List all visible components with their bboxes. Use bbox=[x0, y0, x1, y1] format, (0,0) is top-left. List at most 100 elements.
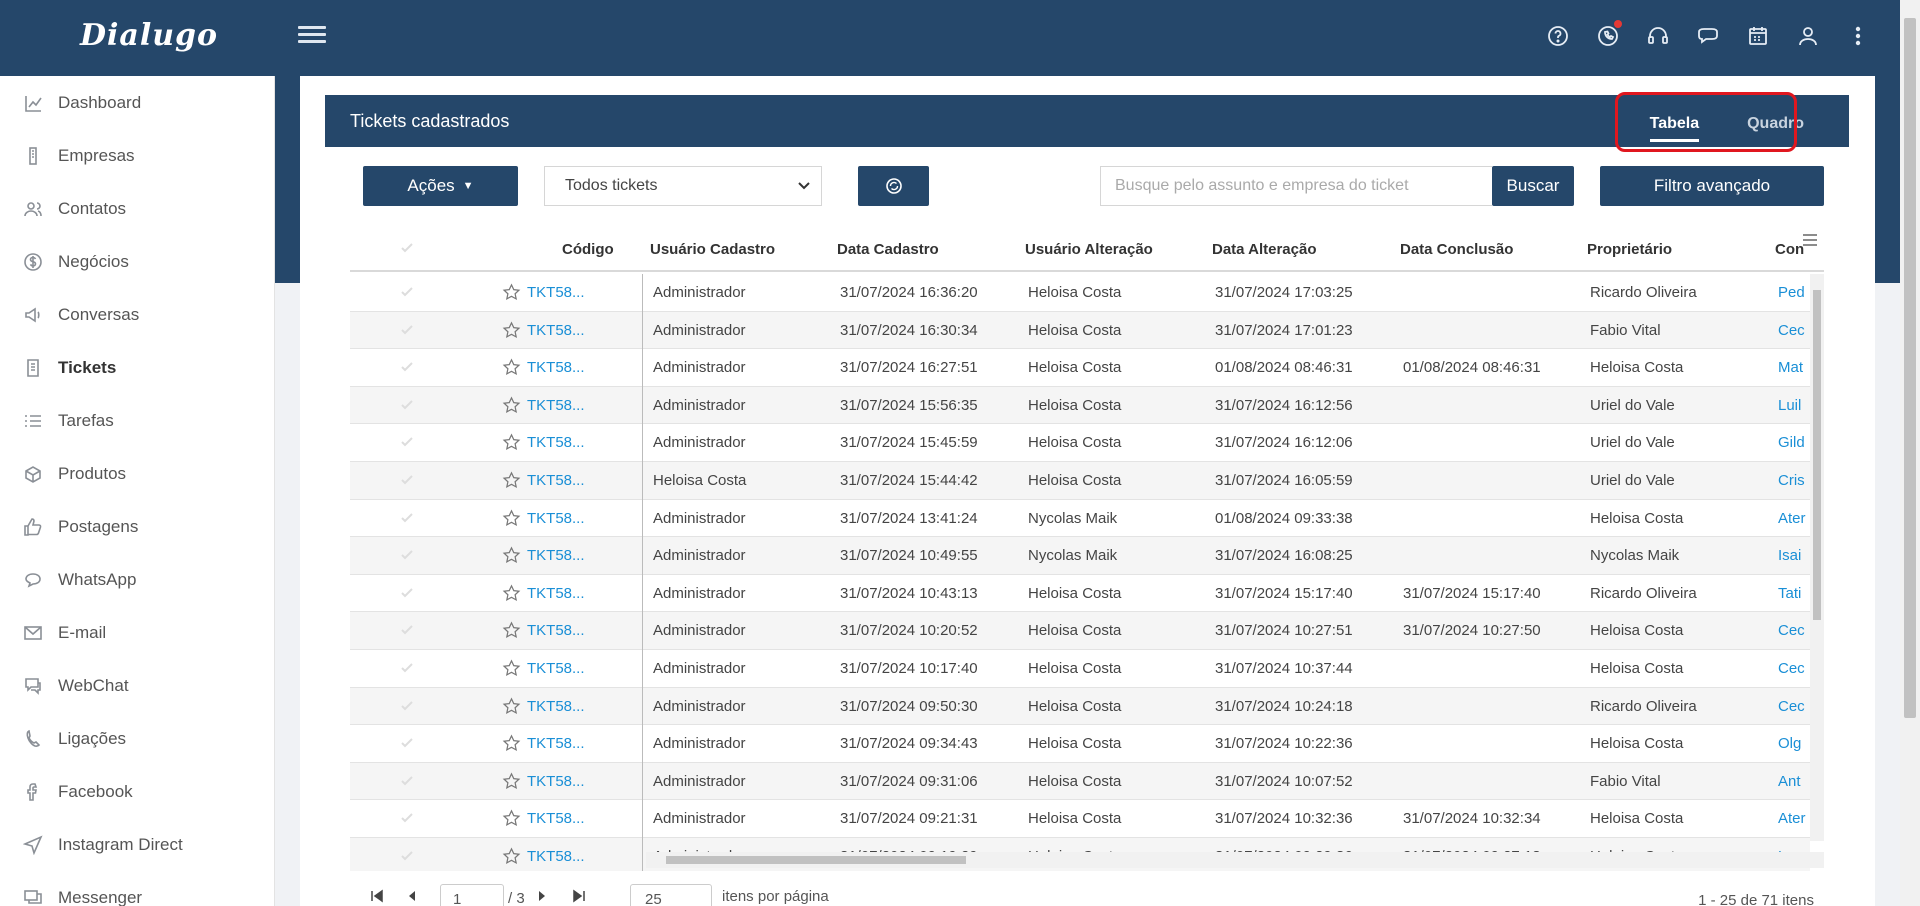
row-checkbox[interactable] bbox=[400, 774, 414, 788]
sidebar-item-empresas[interactable]: Empresas bbox=[0, 129, 274, 182]
headset-icon[interactable] bbox=[1646, 24, 1670, 48]
cell-codigo[interactable]: TKT58... bbox=[527, 773, 589, 790]
star-icon[interactable] bbox=[502, 433, 521, 452]
row-checkbox[interactable] bbox=[400, 623, 414, 637]
cell-codigo[interactable]: TKT58... bbox=[527, 660, 589, 677]
col-codigo[interactable]: Código bbox=[562, 241, 614, 258]
sidebar-item-negocios[interactable]: Negócios bbox=[0, 235, 274, 288]
star-icon[interactable] bbox=[502, 809, 521, 828]
table-row[interactable]: TKT58... Administrador 31/07/2024 09:34:43… bbox=[350, 725, 1810, 763]
cell-contato[interactable]: Cris bbox=[1778, 472, 1810, 489]
advanced-filter-button[interactable]: Filtro avançado bbox=[1600, 166, 1824, 206]
star-icon[interactable] bbox=[502, 283, 521, 302]
table-row[interactable]: TKT58... Administrador 31/07/2024 15:56:35… bbox=[350, 386, 1810, 425]
more-vertical-icon[interactable] bbox=[1846, 24, 1870, 48]
cell-codigo[interactable]: TKT58... bbox=[527, 810, 589, 827]
cell-codigo[interactable]: TKT58... bbox=[527, 359, 589, 376]
column-menu-icon[interactable] bbox=[1803, 234, 1817, 246]
page-size-select[interactable]: 25 bbox=[630, 884, 712, 906]
row-checkbox[interactable] bbox=[400, 285, 414, 299]
menu-toggle-icon[interactable] bbox=[298, 26, 326, 50]
star-icon[interactable] bbox=[502, 697, 521, 716]
table-row[interactable]: TKT58... Administrador 31/07/2024 10:17:40… bbox=[350, 650, 1810, 688]
star-icon[interactable] bbox=[502, 546, 521, 565]
sidebar-item-ligacoes[interactable]: Ligações bbox=[0, 712, 274, 765]
table-row[interactable]: TKT58... Administrador 31/07/2024 09:31:06… bbox=[350, 762, 1810, 801]
cell-codigo[interactable]: TKT58... bbox=[527, 510, 589, 527]
row-checkbox[interactable] bbox=[400, 811, 414, 825]
cell-contato[interactable]: Ped bbox=[1778, 284, 1810, 301]
cell-codigo[interactable]: TKT58... bbox=[527, 622, 589, 639]
sidebar-item-tickets[interactable]: Tickets bbox=[0, 341, 274, 394]
cell-contato[interactable]: Ant bbox=[1778, 773, 1810, 790]
table-row[interactable]: TKT58... Administrador 31/07/2024 09:50:30… bbox=[350, 687, 1810, 726]
star-icon[interactable] bbox=[502, 396, 521, 415]
star-icon[interactable] bbox=[502, 509, 521, 528]
table-row[interactable]: TKT58... Administrador 31/07/2024 16:36:20… bbox=[350, 274, 1810, 312]
sidebar-item-conversas[interactable]: Conversas bbox=[0, 288, 274, 341]
row-checkbox[interactable] bbox=[400, 360, 414, 374]
actions-button[interactable]: Ações ▼ bbox=[363, 166, 518, 206]
cell-codigo[interactable]: TKT58... bbox=[527, 434, 589, 451]
sidebar-item-webchat[interactable]: WebChat bbox=[0, 659, 274, 712]
phone-icon[interactable] bbox=[1596, 20, 1622, 48]
sidebar-item-instagram-direct[interactable]: Instagram Direct bbox=[0, 818, 274, 871]
calendar-icon[interactable] bbox=[1746, 24, 1770, 48]
horizontal-scrollbar[interactable] bbox=[646, 852, 1824, 868]
cell-codigo[interactable]: TKT58... bbox=[527, 472, 589, 489]
page-number-input[interactable]: 1 bbox=[440, 884, 504, 906]
row-checkbox[interactable] bbox=[400, 473, 414, 487]
cell-contato[interactable]: Cec bbox=[1778, 322, 1810, 339]
cell-contato[interactable]: Mat bbox=[1778, 359, 1810, 376]
col-usuario-cadastro[interactable]: Usuário Cadastro bbox=[650, 241, 775, 258]
col-data-conclusao[interactable]: Data Conclusão bbox=[1400, 241, 1513, 258]
star-icon[interactable] bbox=[502, 358, 521, 377]
col-data-alteracao[interactable]: Data Alteração bbox=[1212, 241, 1317, 258]
cell-codigo[interactable]: TKT58... bbox=[527, 284, 589, 301]
cell-contato[interactable]: Isai bbox=[1778, 547, 1810, 564]
sidebar-item-whatsapp[interactable]: WhatsApp bbox=[0, 553, 274, 606]
help-icon[interactable] bbox=[1546, 24, 1570, 48]
sidebar-item-produtos[interactable]: Produtos bbox=[0, 447, 274, 500]
user-icon[interactable] bbox=[1796, 24, 1820, 48]
ticket-filter-select[interactable]: Todos tickets bbox=[544, 166, 822, 206]
star-icon[interactable] bbox=[502, 772, 521, 791]
table-row[interactable]: TKT58... Administrador 31/07/2024 16:27:51… bbox=[350, 349, 1810, 387]
chat-icon[interactable] bbox=[1696, 24, 1720, 48]
page-scrollbar[interactable] bbox=[1900, 0, 1920, 906]
select-all-checkbox[interactable] bbox=[400, 241, 414, 255]
row-checkbox[interactable] bbox=[400, 699, 414, 713]
cell-codigo[interactable]: TKT58... bbox=[527, 547, 589, 564]
row-checkbox[interactable] bbox=[400, 398, 414, 412]
row-checkbox[interactable] bbox=[400, 849, 414, 863]
cell-contato[interactable]: Cec bbox=[1778, 622, 1810, 639]
star-icon[interactable] bbox=[502, 584, 521, 603]
cell-contato[interactable]: Luil bbox=[1778, 397, 1810, 414]
next-page-icon[interactable] bbox=[535, 889, 549, 903]
last-page-icon[interactable] bbox=[572, 889, 586, 903]
table-row[interactable]: TKT58... Administrador 31/07/2024 10:43:13… bbox=[350, 575, 1810, 613]
row-checkbox[interactable] bbox=[400, 661, 414, 675]
search-button[interactable]: Buscar bbox=[1492, 166, 1574, 206]
cell-codigo[interactable]: TKT58... bbox=[527, 698, 589, 715]
app-logo[interactable]: Dialugo bbox=[80, 18, 218, 53]
col-contato[interactable]: Con bbox=[1775, 241, 1804, 258]
refresh-button[interactable] bbox=[858, 166, 929, 206]
star-icon[interactable] bbox=[502, 321, 521, 340]
vertical-scrollbar[interactable] bbox=[1810, 274, 1824, 841]
cell-codigo[interactable]: TKT58... bbox=[527, 585, 589, 602]
sidebar-item-postagens[interactable]: Postagens bbox=[0, 500, 274, 553]
cell-contato[interactable]: Ater bbox=[1778, 510, 1810, 527]
sidebar-item-contatos[interactable]: Contatos bbox=[0, 182, 274, 235]
table-row[interactable]: TKT58... Administrador 31/07/2024 16:30:34… bbox=[350, 311, 1810, 350]
row-checkbox[interactable] bbox=[400, 323, 414, 337]
prev-page-icon[interactable] bbox=[405, 889, 419, 903]
cell-codigo[interactable]: TKT58... bbox=[527, 322, 589, 339]
star-icon[interactable] bbox=[502, 734, 521, 753]
sidebar-item-dashboard[interactable]: Dashboard bbox=[0, 76, 274, 129]
cell-contato[interactable]: Ater bbox=[1778, 810, 1810, 827]
sidebar-item-tarefas[interactable]: Tarefas bbox=[0, 394, 274, 447]
sidebar-item-e-mail[interactable]: E-mail bbox=[0, 606, 274, 659]
star-icon[interactable] bbox=[502, 621, 521, 640]
row-checkbox[interactable] bbox=[400, 736, 414, 750]
